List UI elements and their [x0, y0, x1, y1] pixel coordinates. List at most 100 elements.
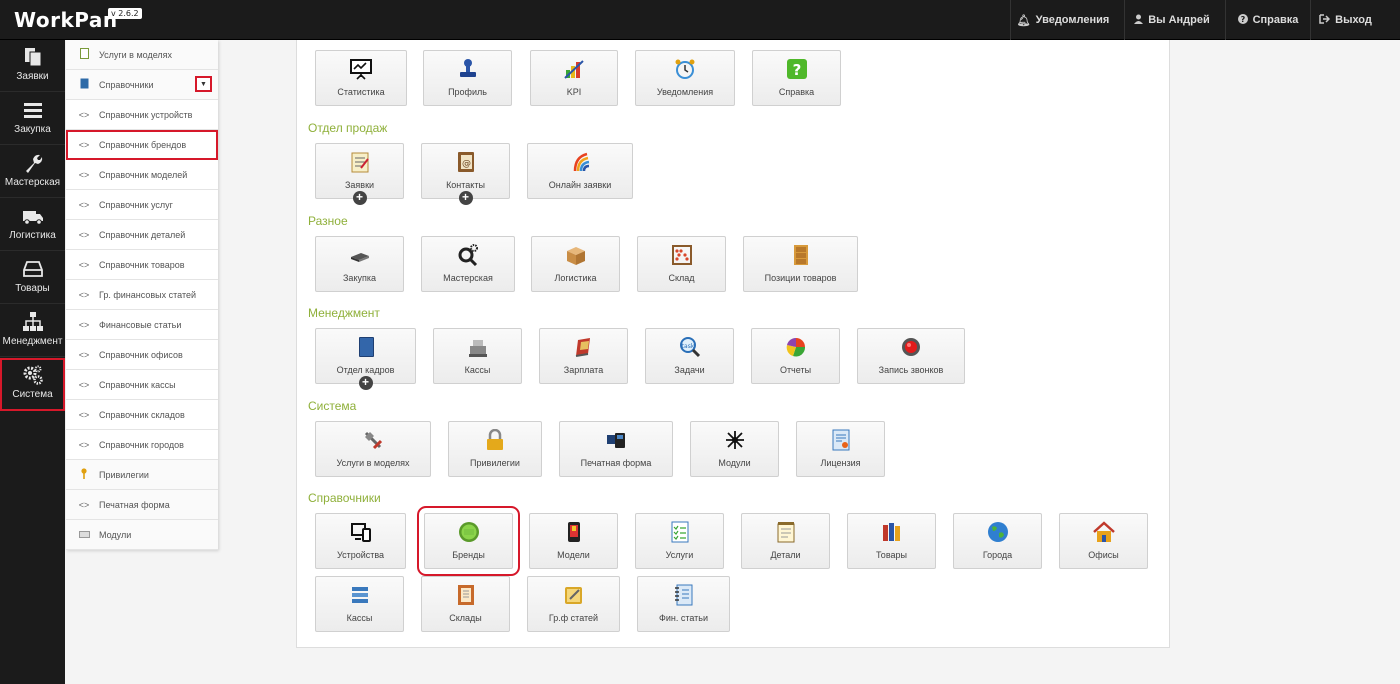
- tile-reports[interactable]: Отчеты: [751, 328, 840, 384]
- dropdown-toggle-button[interactable]: ▼: [195, 76, 212, 92]
- section-title-directories: Справочники: [308, 491, 381, 505]
- tile-kpi[interactable]: KPI: [530, 50, 618, 106]
- tile-logistics[interactable]: Логистика: [531, 236, 620, 292]
- tile-requests[interactable]: Заявки +: [315, 143, 404, 205]
- tile-tasks[interactable]: task Задачи: [645, 328, 734, 384]
- tile-call-records[interactable]: Запись звонков: [857, 328, 965, 384]
- submenu-item-offices[interactable]: <> Справочник офисов: [66, 340, 218, 370]
- tile-label: Склад: [668, 273, 695, 283]
- sidebar-label: Менеджмент: [2, 336, 63, 347]
- submenu-label: Справочник устройств: [99, 109, 193, 120]
- tile-purchase[interactable]: Закупка: [315, 236, 404, 292]
- submenu-item-cashboxes[interactable]: <> Справочник кассы: [66, 370, 218, 400]
- submenu-label: Печатная форма: [99, 499, 170, 510]
- app-logo[interactable]: WorkPan: [14, 8, 118, 32]
- green-button-icon: [458, 522, 479, 542]
- code-icon: <>: [78, 319, 90, 330]
- add-request-button[interactable]: +: [352, 191, 367, 205]
- tile-print-form[interactable]: Печатная форма: [559, 421, 673, 477]
- document-icon: [78, 48, 90, 61]
- sidebar-item-management[interactable]: Менеджмент: [0, 305, 65, 357]
- help-label: Справка: [1252, 14, 1299, 26]
- submenu-label: Справочник кассы: [99, 379, 176, 390]
- sidebar-item-requests[interactable]: Заявки: [0, 40, 65, 92]
- user-link[interactable]: Вы Андрей: [1124, 0, 1219, 40]
- tile-profile[interactable]: Профиль: [423, 50, 512, 106]
- submenu-item-brands[interactable]: <> Справочник брендов: [66, 130, 218, 160]
- tile-cities[interactable]: Города: [953, 513, 1042, 569]
- submenu-item-finance-articles[interactable]: <> Финансовые статьи: [66, 310, 218, 340]
- tile-statistics[interactable]: Статистика: [315, 50, 407, 106]
- submenu-item-cities[interactable]: <> Справочник городов: [66, 430, 218, 460]
- sidebar-label: Товары: [15, 283, 50, 294]
- notifications-link[interactable]: 🔔︎ Уведомления: [1010, 0, 1115, 40]
- sidebar-item-workshop[interactable]: Мастерская: [0, 146, 65, 198]
- logout-link[interactable]: Выход: [1310, 0, 1380, 40]
- tile-modules[interactable]: Модули: [690, 421, 779, 477]
- submenu-item-print-form[interactable]: <> Печатная форма: [66, 490, 218, 520]
- tile-cashboxes[interactable]: Кассы: [433, 328, 522, 384]
- tile-dir-cashboxes[interactable]: Кассы: [315, 576, 404, 632]
- tile-label: Статистика: [337, 87, 385, 97]
- tile-services-in-models[interactable]: Услуги в моделях: [315, 421, 431, 477]
- sidebar-item-system[interactable]: Система: [0, 358, 65, 411]
- tile-workshop[interactable]: Мастерская: [421, 236, 515, 292]
- submenu-label: Гр. финансовых статей: [99, 289, 196, 300]
- tile-label: Детали: [770, 550, 801, 560]
- submenu-item-parts[interactable]: <> Справочник деталей: [66, 220, 218, 250]
- record-button-icon: [902, 338, 920, 356]
- submenu-item-modules[interactable]: Модули: [66, 520, 218, 550]
- key-icon: [78, 468, 90, 481]
- tile-dir-finance-groups[interactable]: Гр.ф статей: [527, 576, 620, 632]
- submenu-item-warehouses[interactable]: <> Справочник складов: [66, 400, 218, 430]
- tile-brands[interactable]: Бренды: [417, 506, 520, 576]
- submenu-item-privileges[interactable]: Привилегии: [66, 460, 218, 490]
- tile-contacts[interactable]: @ Контакты +: [421, 143, 510, 205]
- tile-hr[interactable]: Отдел кадров +: [315, 328, 416, 390]
- sidebar-item-goods[interactable]: Товары: [0, 252, 65, 304]
- tile-dir-warehouses[interactable]: Склады: [421, 576, 510, 632]
- gears-icon: [23, 365, 43, 385]
- tile-models[interactable]: Модели: [529, 513, 618, 569]
- tile-label: Услуги: [665, 550, 694, 560]
- code-icon: <>: [78, 199, 90, 210]
- card-reader-icon: [350, 253, 369, 262]
- stamp-icon: [459, 59, 476, 77]
- add-employee-button[interactable]: +: [358, 376, 373, 390]
- tile-notifications[interactable]: Уведомления: [635, 50, 735, 106]
- tile-goods[interactable]: Товары: [847, 513, 936, 569]
- tile-salary[interactable]: Зарплата: [539, 328, 628, 384]
- submenu-item-goods[interactable]: <> Справочник товаров: [66, 250, 218, 280]
- help-link[interactable]: ? Справка: [1225, 0, 1310, 40]
- tile-devices[interactable]: Устройства: [315, 513, 406, 569]
- code-icon: <>: [78, 409, 90, 420]
- tile-goods-positions[interactable]: Позиции товаров: [743, 236, 858, 292]
- tile-parts[interactable]: Детали: [741, 513, 830, 569]
- tile-online-requests[interactable]: Онлайн заявки: [527, 143, 633, 199]
- tile-license[interactable]: Лицензия: [796, 421, 885, 477]
- add-contact-button[interactable]: +: [458, 191, 473, 205]
- tile-help[interactable]: ? Справка: [752, 50, 841, 106]
- tile-privileges[interactable]: Привилегии: [448, 421, 542, 477]
- sidebar-item-logistics[interactable]: Логистика: [0, 199, 65, 251]
- tile-services[interactable]: Услуги: [635, 513, 724, 569]
- notepad-icon: [351, 152, 369, 173]
- submenu-item-services-in-models[interactable]: Услуги в моделях: [66, 40, 218, 70]
- submenu-item-models[interactable]: <> Справочник моделей: [66, 160, 218, 190]
- ledger-icon: [457, 585, 474, 605]
- tile-warehouse[interactable]: Склад: [637, 236, 726, 292]
- submenu-item-services[interactable]: <> Справочник услуг: [66, 190, 218, 220]
- section-title-misc: Разное: [308, 214, 348, 228]
- sidebar-item-purchase[interactable]: Закупка: [0, 93, 65, 145]
- submenu-item-directories[interactable]: Справочники ▼: [66, 70, 218, 100]
- book-icon: [78, 78, 90, 91]
- address-book-icon: @: [457, 152, 474, 172]
- magnifier-gear-icon: [458, 244, 478, 266]
- tile-dir-finance-articles[interactable]: Фин. статьи: [637, 576, 730, 632]
- org-chart-icon: [22, 312, 43, 331]
- submenu-item-finance-groups[interactable]: <> Гр. финансовых статей: [66, 280, 218, 310]
- tile-label: Логистика: [554, 273, 597, 283]
- submenu-item-devices[interactable]: <> Справочник устройств: [66, 100, 218, 130]
- question-circle-icon: ?: [1237, 13, 1248, 27]
- tile-offices[interactable]: Офисы: [1059, 513, 1148, 569]
